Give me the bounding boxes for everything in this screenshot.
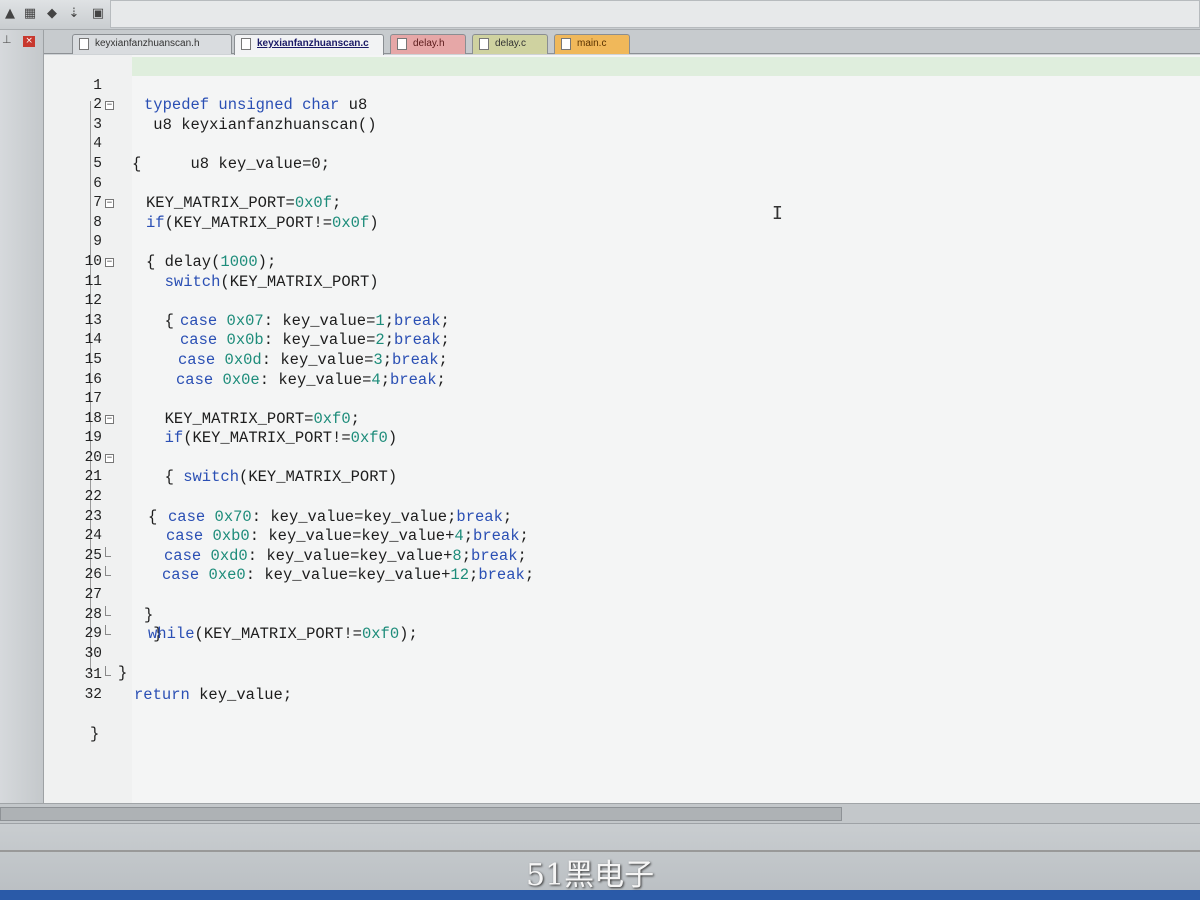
fold-collapse-icon[interactable]: − bbox=[105, 257, 114, 267]
tab-delay-c[interactable]: delay.c bbox=[472, 34, 548, 54]
fold-end-marker bbox=[105, 666, 111, 677]
code-line: 2 u8 keyxianfanzhuanscan() bbox=[44, 77, 1200, 134]
tab-label: main.c bbox=[577, 38, 607, 49]
tab-keyxianfanzhuanscan-h[interactable]: keyxianfanzhuanscan.h bbox=[72, 34, 232, 54]
code-line: 32 } bbox=[44, 666, 1200, 743]
file-tab-bar: keyxianfanzhuanscan.h keyxianfanzhuansca… bbox=[44, 30, 1200, 55]
code-line: 31 return key_value; bbox=[44, 647, 1200, 704]
code-line: 3 − { bbox=[44, 96, 1200, 173]
debug-icon[interactable]: ◆ bbox=[44, 6, 60, 22]
fold-collapse-icon[interactable]: − bbox=[105, 101, 114, 111]
code-line: 18 if(KEY_MATRIX_PORT!=0xf0) bbox=[44, 390, 1200, 448]
build-icon[interactable]: ▲ bbox=[2, 6, 18, 22]
fold-end-marker bbox=[105, 566, 111, 577]
code-line: 4 u8 key_value=0; bbox=[44, 116, 1200, 173]
code-line: 25 case 0xe0: key_value=key_value+12;bre… bbox=[44, 527, 1200, 585]
batch-icon[interactable]: ▣ bbox=[90, 6, 106, 22]
code-line: 27 } bbox=[44, 566, 1200, 643]
code-line: 15 case 0x0e: key_value=4;break; bbox=[44, 331, 1200, 389]
download-icon[interactable]: ⇣ bbox=[66, 6, 82, 22]
line-number: 32 bbox=[84, 687, 102, 703]
code-token: } bbox=[90, 725, 100, 744]
tab-label: keyxianfanzhuanscan.c bbox=[257, 38, 369, 49]
code-line: 9 delay(1000); bbox=[44, 214, 1200, 271]
code-line: 12 case 0x07: key_value=1;break; bbox=[44, 273, 1200, 330]
code-line: 30 bbox=[44, 625, 1200, 662]
code-line: 28 while(KEY_MATRIX_PORT!=0xf0); bbox=[44, 586, 1200, 644]
code-line: 21 − { bbox=[44, 449, 1200, 525]
code-line: 8 − { bbox=[44, 194, 1200, 271]
file-icon bbox=[397, 38, 407, 50]
file-icon bbox=[241, 38, 251, 50]
fold-end-marker bbox=[105, 605, 111, 616]
code-line: 16 bbox=[44, 351, 1200, 388]
code-line: 11 − { bbox=[44, 253, 1200, 329]
code-line: 19 − { bbox=[44, 410, 1200, 486]
code-line: 13 case 0x0b: key_value=2;break; bbox=[44, 292, 1200, 350]
code-line: 20 switch(KEY_MATRIX_PORT) bbox=[44, 429, 1200, 487]
tab-delay-h[interactable]: delay.h bbox=[390, 34, 466, 54]
code-line: 7 if(KEY_MATRIX_PORT!=0x0f) bbox=[44, 175, 1200, 232]
fold-end-marker bbox=[105, 546, 111, 557]
tab-label: keyxianfanzhuanscan.h bbox=[95, 38, 200, 49]
project-pane: ⊥ × bbox=[0, 30, 44, 820]
toolbar-field[interactable] bbox=[110, 0, 1200, 28]
code-token: return bbox=[134, 686, 190, 704]
text-cursor-icon: I bbox=[772, 203, 783, 224]
code-line: 29 } bbox=[44, 605, 1200, 682]
code-line: 24 case 0xd0: key_value=key_value+8;brea… bbox=[44, 508, 1200, 565]
tab-main-c[interactable]: main.c bbox=[554, 34, 630, 54]
code-line: 6 KEY_MATRIX_PORT=0x0f; bbox=[44, 155, 1200, 213]
code-line: 22 case 0x70: key_value=key_value;break; bbox=[44, 468, 1200, 526]
fold-collapse-icon[interactable]: − bbox=[105, 199, 114, 209]
code-editor[interactable]: 1 typedef unsigned char u8 2 u8 keyxianf… bbox=[44, 55, 1200, 803]
toolbar: ▲ ▦ ◆ ⇣ ▣ bbox=[0, 0, 1200, 30]
code-line: 26 } bbox=[44, 546, 1200, 624]
tab-label: delay.c bbox=[495, 38, 526, 49]
file-icon bbox=[479, 38, 489, 50]
code-line: 5 bbox=[44, 135, 1200, 172]
code-token: key_value; bbox=[189, 686, 293, 704]
fold-collapse-icon[interactable]: − bbox=[105, 414, 114, 424]
fold-collapse-icon[interactable]: − bbox=[105, 453, 114, 463]
code-line: 14 case 0x0d: key_value=3;break; bbox=[44, 312, 1200, 369]
code-line: 23 case 0xb0: key_value=key_value+4;brea… bbox=[44, 488, 1200, 546]
scrollbar-thumb[interactable] bbox=[0, 807, 842, 821]
watermark: 51黑电子 bbox=[526, 858, 655, 893]
horizontal-scrollbar[interactable] bbox=[0, 803, 1200, 823]
code-line: 1 typedef unsigned char u8 bbox=[44, 57, 1200, 115]
file-icon bbox=[79, 38, 89, 50]
code-line: 10 switch(KEY_MATRIX_PORT) bbox=[44, 233, 1200, 291]
close-icon[interactable]: × bbox=[23, 36, 36, 47]
tab-label: delay.h bbox=[413, 38, 445, 49]
code-line: 17 KEY_MATRIX_PORT=0xf0; bbox=[44, 371, 1200, 428]
fold-end-marker bbox=[105, 625, 111, 636]
target-options-icon[interactable]: ▦ bbox=[22, 6, 38, 22]
pin-icon[interactable]: ⊥ bbox=[2, 33, 12, 46]
file-icon bbox=[561, 38, 571, 50]
tab-keyxianfanzhuanscan-c[interactable]: keyxianfanzhuanscan.c bbox=[234, 34, 384, 55]
